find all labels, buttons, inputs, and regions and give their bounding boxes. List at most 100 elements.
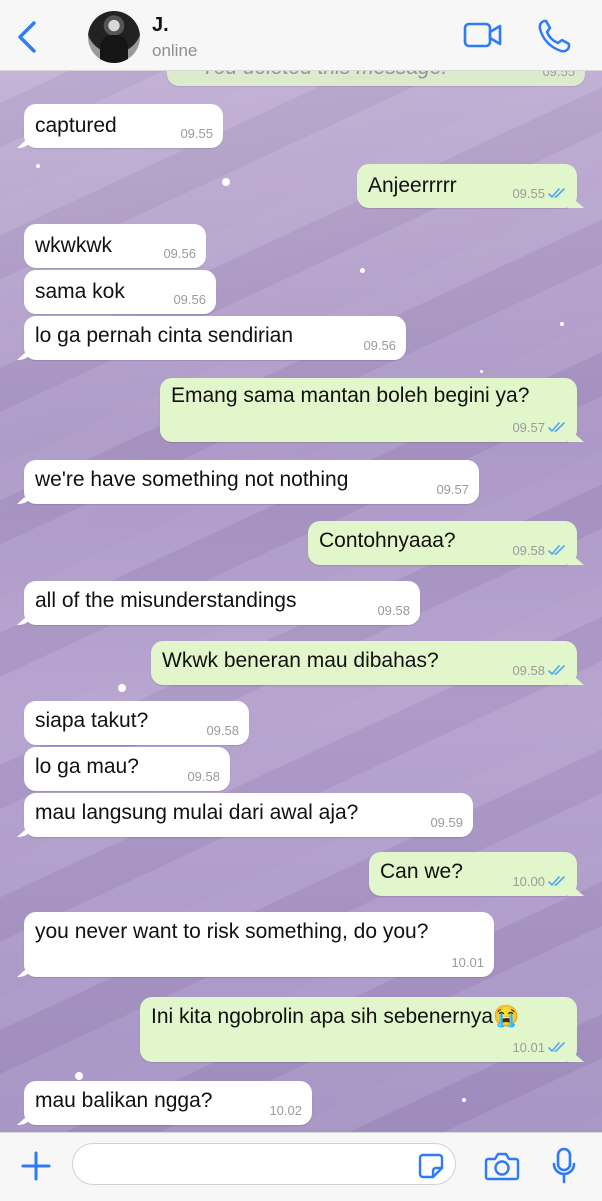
chat-header: J. online bbox=[0, 0, 602, 71]
read-receipt-icon bbox=[548, 665, 565, 676]
message-text: we're have something not nothing bbox=[35, 468, 349, 491]
message-meta: 09.57 bbox=[436, 482, 469, 497]
wallpaper-star bbox=[560, 322, 564, 326]
message-bubble-incoming[interactable]: sama kok 09.56 bbox=[24, 270, 216, 314]
message-bubble-incoming[interactable]: wkwkwk 09.56 bbox=[24, 224, 206, 268]
back-chevron-icon[interactable] bbox=[14, 20, 42, 54]
message-text: Contohnyaaa? bbox=[319, 529, 456, 552]
message-time: 09.58 bbox=[512, 663, 545, 678]
message-text: Anjeerrrrr bbox=[368, 174, 457, 197]
message-bubble-incoming[interactable]: we're have something not nothing 09.57 bbox=[24, 460, 479, 504]
wallpaper-star bbox=[480, 370, 483, 373]
chat-area[interactable]: You deleted this message. 09.55 captured… bbox=[0, 70, 602, 1132]
message-time: 10.00 bbox=[512, 874, 545, 889]
message-time: 10.01 bbox=[451, 955, 484, 970]
contact-name[interactable]: J. bbox=[152, 14, 169, 37]
message-text: mau langsung mulai dari awal aja? bbox=[35, 801, 359, 824]
message-text: Ini kita ngobrolin apa sih sebenernya😭 bbox=[151, 1005, 520, 1028]
read-receipt-icon bbox=[548, 188, 565, 199]
message-meta: 09.55 bbox=[180, 126, 213, 141]
contact-status: online bbox=[152, 41, 198, 60]
message-bubble-outgoing[interactable]: Wkwk beneran mau dibahas? 09.58 bbox=[151, 641, 577, 685]
message-meta: 09.57 bbox=[512, 420, 567, 435]
camera-icon[interactable] bbox=[484, 1150, 520, 1182]
message-text: wkwkwk bbox=[35, 234, 112, 257]
message-time: 09.56 bbox=[363, 338, 396, 353]
message-text: lo ga pernah cinta sendirian bbox=[35, 324, 294, 347]
message-bubble-incoming[interactable]: siapa takut? 09.58 bbox=[24, 701, 249, 745]
message-bubble-incoming[interactable]: mau balikan ngga? 10.02 bbox=[24, 1081, 312, 1125]
message-meta: 09.55 bbox=[512, 186, 567, 201]
message-bubble-outgoing[interactable]: Can we? 10.00 bbox=[369, 852, 577, 896]
message-bubble-incoming[interactable]: mau langsung mulai dari awal aja? 09.59 bbox=[24, 793, 473, 837]
message-time: 09.59 bbox=[430, 815, 463, 830]
message-bubble-incoming[interactable]: lo ga mau? 09.58 bbox=[24, 747, 230, 791]
message-time: 09.55 bbox=[180, 126, 213, 141]
message-time: 09.56 bbox=[173, 292, 206, 307]
message-time: 09.56 bbox=[163, 246, 196, 261]
plus-icon[interactable] bbox=[20, 1150, 52, 1182]
message-meta: 09.55 bbox=[542, 70, 575, 79]
message-meta: 09.58 bbox=[206, 723, 239, 738]
microphone-icon[interactable] bbox=[552, 1147, 576, 1185]
message-bubble-outgoing[interactable]: Contohnyaaa? 09.58 bbox=[308, 521, 577, 565]
phone-call-icon[interactable] bbox=[537, 18, 571, 54]
wallpaper-star bbox=[360, 268, 365, 273]
message-bubble-incoming[interactable]: captured 09.55 bbox=[24, 104, 223, 148]
message-text: Emang sama mantan boleh begini ya? bbox=[171, 384, 530, 407]
message-text: lo ga mau? bbox=[35, 755, 139, 778]
message-text: You deleted this message. bbox=[201, 70, 447, 80]
message-meta: 09.56 bbox=[363, 338, 396, 353]
message-meta: 10.01 bbox=[512, 1040, 567, 1055]
read-receipt-icon bbox=[548, 1042, 565, 1053]
read-receipt-icon bbox=[548, 545, 565, 556]
read-receipt-icon bbox=[548, 422, 565, 433]
contact-avatar[interactable] bbox=[88, 11, 140, 63]
wallpaper-star bbox=[462, 1098, 466, 1102]
message-time: 09.55 bbox=[512, 186, 545, 201]
message-meta: 09.56 bbox=[163, 246, 196, 261]
message-time: 09.58 bbox=[512, 543, 545, 558]
message-bubble-outgoing[interactable]: Anjeerrrrr 09.55 bbox=[357, 164, 577, 208]
message-time: 09.57 bbox=[512, 420, 545, 435]
message-bubble-incoming[interactable]: all of the misunderstandings 09.58 bbox=[24, 581, 420, 625]
read-receipt-icon bbox=[548, 876, 565, 887]
message-text: siapa takut? bbox=[35, 709, 149, 732]
message-time: 09.58 bbox=[377, 603, 410, 618]
message-text: Can we? bbox=[380, 860, 463, 883]
message-bubble-incoming[interactable]: you never want to risk something, do you… bbox=[24, 912, 494, 977]
message-bubble-outgoing[interactable]: Emang sama mantan boleh begini ya? 09.57 bbox=[160, 378, 577, 442]
message-bubble-outgoing-deleted[interactable]: You deleted this message. 09.55 bbox=[167, 70, 585, 86]
message-meta: 09.56 bbox=[173, 292, 206, 307]
message-time: 09.58 bbox=[187, 769, 220, 784]
message-time: 09.57 bbox=[436, 482, 469, 497]
message-bubble-outgoing[interactable]: Ini kita ngobrolin apa sih sebenernya😭 1… bbox=[140, 997, 577, 1062]
message-text: sama kok bbox=[35, 280, 125, 303]
message-meta: 09.58 bbox=[187, 769, 220, 784]
video-call-icon[interactable] bbox=[463, 18, 503, 52]
message-meta: 09.58 bbox=[377, 603, 410, 618]
message-text: captured bbox=[35, 114, 117, 137]
input-bar bbox=[0, 1132, 602, 1201]
message-meta: 09.58 bbox=[512, 663, 567, 678]
message-meta: 10.01 bbox=[451, 955, 484, 970]
wallpaper-star bbox=[36, 164, 40, 168]
message-text: Wkwk beneran mau dibahas? bbox=[162, 649, 439, 672]
message-bubble-incoming[interactable]: lo ga pernah cinta sendirian 09.56 bbox=[24, 316, 406, 360]
message-text: all of the misunderstandings bbox=[35, 589, 297, 612]
message-time: 09.58 bbox=[206, 723, 239, 738]
message-meta: 09.58 bbox=[512, 543, 567, 558]
wallpaper-star bbox=[222, 178, 230, 186]
sticker-icon[interactable] bbox=[418, 1153, 444, 1179]
message-meta: 10.00 bbox=[512, 874, 567, 889]
message-text: you never want to risk something, do you… bbox=[35, 920, 429, 943]
wallpaper-star bbox=[118, 684, 126, 692]
message-time: 10.01 bbox=[512, 1040, 545, 1055]
message-meta: 10.02 bbox=[269, 1103, 302, 1118]
message-meta: 09.59 bbox=[430, 815, 463, 830]
message-input[interactable] bbox=[72, 1143, 456, 1185]
wallpaper-star bbox=[75, 1072, 83, 1080]
message-time: 09.55 bbox=[542, 70, 575, 79]
message-time: 10.02 bbox=[269, 1103, 302, 1118]
message-text: mau balikan ngga? bbox=[35, 1089, 213, 1112]
